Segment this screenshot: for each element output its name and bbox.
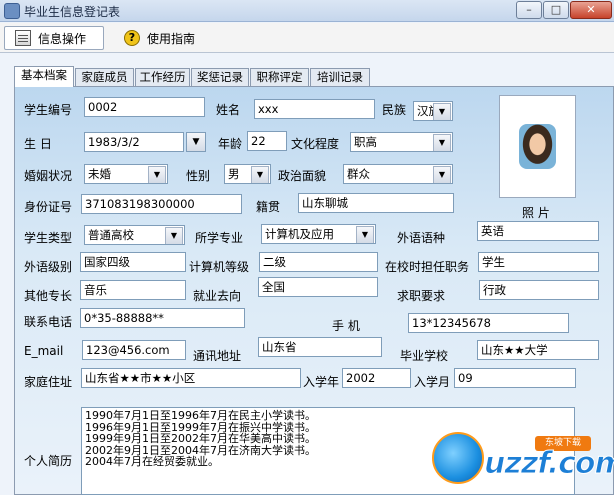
- watermark-text: uzzf.com: [484, 446, 614, 482]
- student-photo: [519, 124, 556, 169]
- resume-line: 1990年7月1日至1996年7月在民主小学读书。: [85, 409, 316, 422]
- minimize-button[interactable]: –: [516, 1, 542, 19]
- maximize-button[interactable]: □: [543, 1, 569, 19]
- email-field[interactable]: 123@456.com: [82, 340, 186, 360]
- photo-label: 照 片: [522, 206, 550, 220]
- education-select[interactable]: 职高: [350, 132, 453, 152]
- job-request-field[interactable]: 行政: [479, 280, 599, 300]
- gender-select[interactable]: 男: [224, 164, 271, 184]
- education-label: 文化程度: [291, 137, 340, 151]
- toolbar: 信息操作 ? 使用指南: [0, 23, 614, 53]
- title-bar: 毕业生信息登记表 – □ ✕: [0, 0, 614, 22]
- photo-frame[interactable]: [499, 95, 576, 198]
- specialty-label: 其他专长: [24, 289, 73, 303]
- ethnicity-label: 民族: [382, 103, 407, 117]
- mobile-label: 手 机: [332, 319, 360, 333]
- watermark-globe-icon: [432, 432, 484, 484]
- language-field[interactable]: 英语: [477, 221, 599, 241]
- tab-work-experience[interactable]: 工作经历: [135, 68, 190, 86]
- birthday-field[interactable]: 1983/3/2: [84, 132, 184, 152]
- address-label: 通讯地址: [193, 349, 242, 363]
- graduate-school-field[interactable]: 山东★★大学: [477, 340, 599, 360]
- age-field[interactable]: 22: [247, 131, 287, 151]
- major-select[interactable]: 计算机及应用: [261, 224, 376, 244]
- info-operation-button[interactable]: 信息操作: [4, 26, 104, 50]
- info-operation-label: 信息操作: [38, 31, 87, 46]
- major-label: 所学专业: [195, 231, 244, 245]
- entry-year-label: 入学年: [303, 375, 340, 389]
- tab-family-members[interactable]: 家庭成员: [75, 68, 134, 86]
- mobile-field[interactable]: 13*12345678: [408, 313, 569, 333]
- student-type-select[interactable]: 普通高校: [84, 225, 185, 245]
- student-no-field[interactable]: 0002: [84, 97, 205, 117]
- tab-rewards-penalties[interactable]: 奖惩记录: [191, 68, 249, 86]
- tab-training-records[interactable]: 培训记录: [310, 68, 370, 86]
- watermark-logo: 东坡下载 uzzf.com: [430, 430, 614, 492]
- birthday-label: 生 日: [24, 137, 52, 151]
- user-guide-button[interactable]: ? 使用指南: [114, 26, 205, 50]
- computer-level-label: 计算机等级: [189, 260, 250, 274]
- marital-select[interactable]: 未婚: [84, 164, 168, 184]
- age-label: 年龄: [218, 137, 243, 151]
- lang-level-label: 外语级别: [24, 260, 73, 274]
- app-icon: [4, 3, 20, 19]
- specialty-field[interactable]: 音乐: [80, 280, 186, 300]
- phone-label: 联系电话: [24, 315, 73, 329]
- graduate-school-label: 毕业学校: [400, 349, 449, 363]
- student-no-label: 学生编号: [24, 103, 73, 117]
- native-place-label: 籍贯: [256, 200, 281, 214]
- resume-label: 个人简历: [24, 454, 73, 468]
- employment-label: 就业去向: [193, 289, 242, 303]
- home-address-field[interactable]: 山东省★★市★★小区: [81, 368, 301, 388]
- email-label: E_mail: [24, 344, 64, 358]
- language-label: 外语语种: [397, 231, 446, 245]
- student-type-label: 学生类型: [24, 231, 73, 245]
- home-address-label: 家庭住址: [24, 375, 73, 389]
- marital-label: 婚姻状况: [24, 169, 73, 183]
- job-request-label: 求职要求: [397, 289, 446, 303]
- entry-year-field[interactable]: 2002: [342, 368, 411, 388]
- tab-strip: 基本档案 家庭成员 工作经历 奖惩记录 职称评定 培训记录: [14, 66, 614, 87]
- native-place-field[interactable]: 山东聊城: [298, 193, 454, 213]
- id-no-label: 身份证号: [24, 200, 73, 214]
- entry-month-label: 入学月: [414, 375, 451, 389]
- id-no-field[interactable]: 371083198300000: [81, 194, 242, 214]
- tab-title-evaluation[interactable]: 职称评定: [250, 68, 309, 86]
- document-icon: [15, 30, 31, 46]
- date-picker-button[interactable]: ▼: [186, 132, 206, 152]
- employment-field[interactable]: 全国: [258, 277, 378, 297]
- phone-field[interactable]: 0*35-88888**: [80, 308, 245, 328]
- tab-basic-profile[interactable]: 基本档案: [14, 66, 74, 87]
- name-field[interactable]: xxx: [254, 99, 375, 119]
- school-post-field[interactable]: 学生: [478, 252, 599, 272]
- politics-select[interactable]: 群众: [343, 164, 453, 184]
- school-post-label: 在校时担任职务: [385, 260, 470, 274]
- help-icon: ?: [124, 30, 140, 46]
- ethnicity-select[interactable]: 汉族: [413, 101, 453, 121]
- politics-label: 政治面貌: [278, 169, 327, 183]
- lang-level-field[interactable]: 国家四级: [80, 252, 186, 272]
- user-guide-label: 使用指南: [147, 31, 196, 46]
- gender-label: 性别: [186, 169, 211, 183]
- name-label: 姓名: [216, 103, 241, 117]
- computer-level-field[interactable]: 二级: [259, 252, 378, 272]
- address-field[interactable]: 山东省: [258, 337, 382, 357]
- entry-month-field[interactable]: 09: [454, 368, 576, 388]
- window-title: 毕业生信息登记表: [24, 5, 121, 19]
- close-button[interactable]: ✕: [570, 1, 612, 19]
